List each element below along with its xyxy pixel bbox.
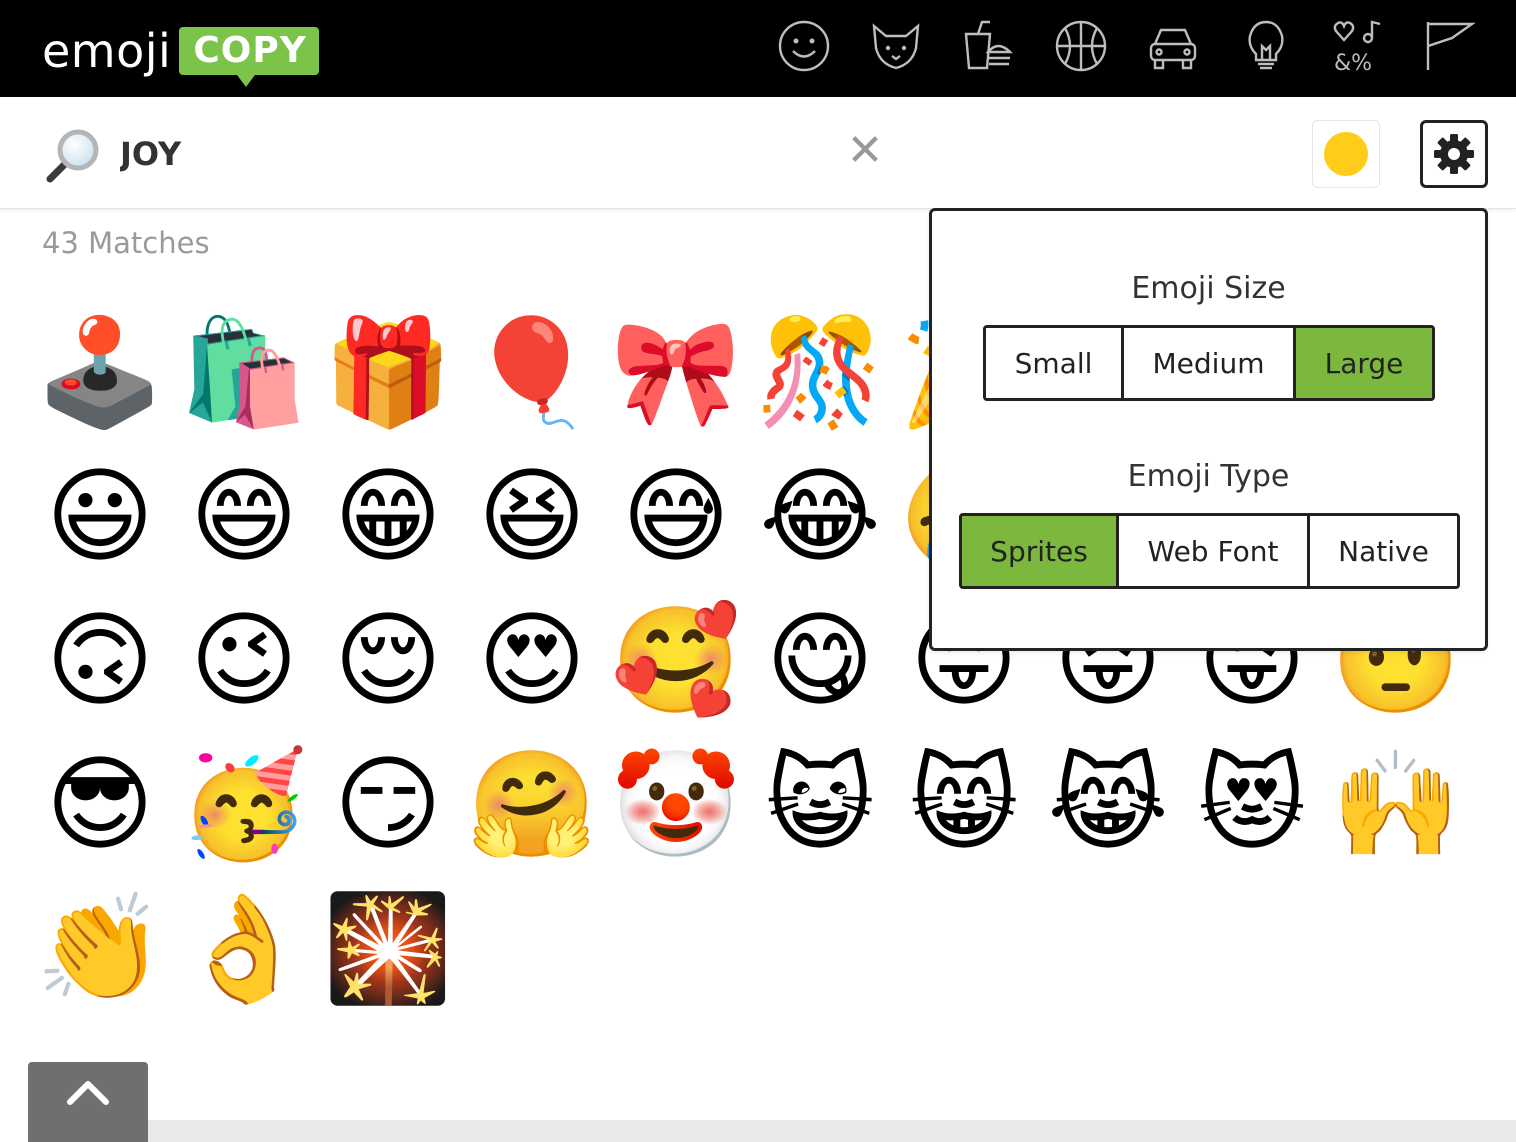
emoji-tile[interactable]: 😆 — [460, 444, 604, 588]
skin-tone-swatch — [1324, 132, 1368, 176]
gear-icon — [1434, 134, 1474, 174]
emoji-glyph: 🛍️ — [179, 311, 309, 433]
emoji-tile[interactable]: 🙌 — [1324, 732, 1468, 876]
emoji-glyph: 🤗 — [467, 743, 597, 865]
emoji-glyph: 👏 — [35, 887, 165, 1009]
emoji-glyph: 😺 — [765, 743, 875, 865]
type-option-native[interactable]: Native — [1310, 516, 1457, 586]
emoji-tile[interactable]: 🎈 — [460, 300, 604, 444]
emoji-tile[interactable]: 🎊 — [748, 300, 892, 444]
clear-search-icon[interactable]: ✕ — [843, 129, 887, 173]
travel-icon[interactable] — [1143, 16, 1203, 76]
emoji-tile[interactable]: 🕹️ — [28, 300, 172, 444]
svg-text:&%: &% — [1334, 51, 1372, 74]
emoji-glyph: 👌 — [179, 887, 309, 1009]
emoji-glyph: 😍 — [477, 599, 587, 721]
size-option-large[interactable]: Large — [1296, 328, 1432, 398]
emoji-glyph: 🎇 — [323, 887, 453, 1009]
emoji-tile[interactable]: 👌 — [172, 876, 316, 1020]
emoji-tile[interactable]: 🛍️ — [172, 300, 316, 444]
activities-icon[interactable] — [1051, 16, 1111, 76]
emoji-tile[interactable]: 😉 — [172, 588, 316, 732]
emoji-tile[interactable]: 😹 — [1036, 732, 1180, 876]
smileys-icon[interactable] — [774, 16, 834, 76]
emoji-tile[interactable]: 😏 — [316, 732, 460, 876]
emoji-glyph: 😏 — [333, 743, 443, 865]
animals-icon[interactable] — [866, 16, 926, 76]
search-icon — [46, 129, 99, 183]
emoji-glyph: 🥰 — [611, 599, 741, 721]
emoji-tile[interactable]: 🎇 — [316, 876, 460, 1020]
emoji-tile[interactable]: 😁 — [316, 444, 460, 588]
emoji-glyph: 😉 — [189, 599, 299, 721]
emoji-tile[interactable]: 😍 — [460, 588, 604, 732]
size-option-medium[interactable]: Medium — [1124, 328, 1296, 398]
emoji-glyph: 🥳 — [179, 743, 309, 865]
emoji-tile[interactable]: 😸 — [892, 732, 1036, 876]
emoji-tile[interactable]: 😅 — [604, 444, 748, 588]
footer-strip — [148, 1120, 1516, 1142]
emoji-glyph: 😄 — [189, 455, 299, 577]
size-option-small[interactable]: Small — [986, 328, 1124, 398]
top-nav: emoji COPY &% — [0, 0, 1516, 97]
emoji-glyph: 😹 — [1047, 743, 1169, 865]
settings-popover: Emoji Size Small Medium Large Emoji Type… — [929, 208, 1488, 651]
emoji-glyph: 😌 — [333, 599, 443, 721]
emoji-glyph: 😃 — [45, 455, 155, 577]
emoji-tile[interactable]: 😎 — [28, 732, 172, 876]
emoji-tile[interactable]: 🤡 — [604, 732, 748, 876]
emoji-glyph: 🎁 — [323, 311, 453, 433]
emoji-tile[interactable]: 😃 — [28, 444, 172, 588]
emoji-glyph: 🙃 — [45, 599, 155, 721]
emoji-tile[interactable]: 👏 — [28, 876, 172, 1020]
emoji-glyph: 😁 — [333, 455, 443, 577]
emoji-glyph: 🕹️ — [35, 311, 165, 433]
emoji-tile[interactable]: 😂 — [748, 444, 892, 588]
symbols-icon[interactable]: &% — [1328, 16, 1388, 76]
skin-tone-button[interactable] — [1312, 120, 1380, 188]
objects-icon[interactable] — [1236, 16, 1296, 76]
emoji-glyph: 🙌 — [1331, 743, 1461, 865]
emoji-tile[interactable]: 🤗 — [460, 732, 604, 876]
emoji-glyph: 🎀 — [611, 311, 741, 433]
emoji-tile[interactable]: 😄 — [172, 444, 316, 588]
search-input[interactable] — [120, 132, 820, 176]
emoji-glyph: 🎈 — [467, 311, 597, 433]
emoji-type-selector: Sprites Web Font Native — [959, 513, 1460, 589]
emoji-tile[interactable]: 🥰 — [604, 588, 748, 732]
food-icon[interactable] — [958, 16, 1018, 76]
emoji-glyph: 😋 — [765, 599, 875, 721]
emoji-size-title: Emoji Size — [1131, 271, 1286, 306]
settings-button[interactable] — [1420, 120, 1488, 188]
chevron-up-icon — [67, 1081, 109, 1105]
scroll-top-button[interactable] — [28, 1062, 148, 1142]
emoji-tile[interactable]: 🙃 — [28, 588, 172, 732]
emoji-glyph: 🎊 — [755, 311, 885, 433]
emoji-glyph: 😆 — [477, 455, 587, 577]
emoji-tile[interactable]: 😻 — [1180, 732, 1324, 876]
emoji-glyph: 🤡 — [611, 743, 741, 865]
match-count: 43 Matches — [42, 226, 210, 260]
emoji-tile[interactable]: 🥳 — [172, 732, 316, 876]
category-nav: &% — [0, 16, 1516, 76]
emoji-glyph: 😅 — [621, 455, 731, 577]
emoji-glyph: 😸 — [909, 743, 1019, 865]
emoji-tile[interactable]: 🎀 — [604, 300, 748, 444]
emoji-tile[interactable]: 🎁 — [316, 300, 460, 444]
search-bar: ✕ — [0, 97, 1516, 209]
emoji-tile[interactable]: 😺 — [748, 732, 892, 876]
emoji-type-title: Emoji Type — [1127, 459, 1290, 494]
type-option-web-font[interactable]: Web Font — [1119, 516, 1310, 586]
flags-icon[interactable] — [1420, 16, 1480, 76]
emoji-glyph: 😎 — [45, 743, 155, 865]
emoji-tile[interactable]: 😋 — [748, 588, 892, 732]
type-option-sprites[interactable]: Sprites — [962, 516, 1119, 586]
emoji-tile[interactable]: 😌 — [316, 588, 460, 732]
emoji-size-selector: Small Medium Large — [983, 325, 1435, 401]
emoji-glyph: 😻 — [1197, 743, 1307, 865]
emoji-glyph: 😂 — [759, 455, 881, 577]
